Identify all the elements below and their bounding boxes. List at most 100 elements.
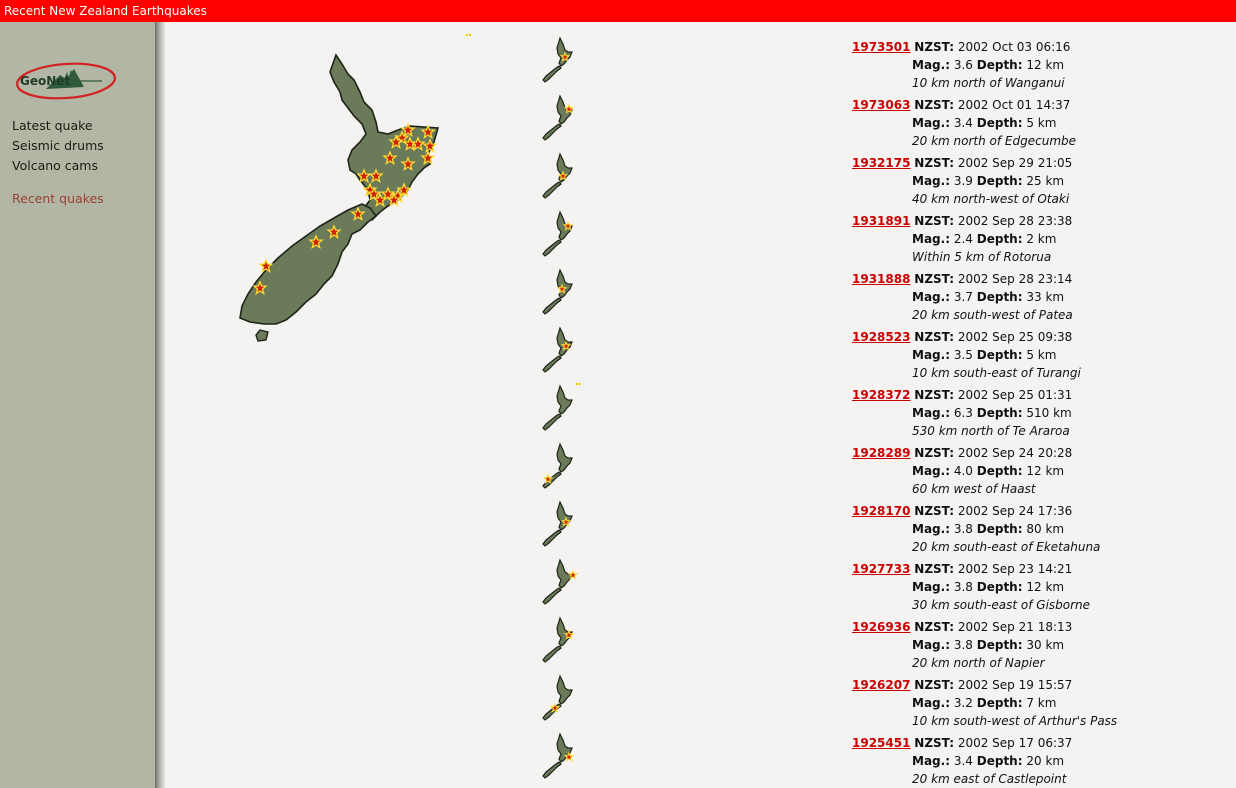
quake-id-link[interactable]: 1925451	[852, 736, 910, 750]
depth-label: Depth:	[976, 116, 1023, 130]
time-label: NZST:	[914, 156, 954, 170]
nav-seismic-drums[interactable]: Seismic drums	[12, 138, 104, 153]
quake-entry: 1931888 NZST: 2002 Sep 28 23:14 Mag.: 3.…	[852, 270, 1232, 324]
quake-entry: 1925451 NZST: 2002 Sep 17 06:37 Mag.: 3.…	[852, 734, 1232, 788]
quake-mini-map[interactable]	[540, 152, 580, 204]
mag-label: Mag.:	[912, 638, 950, 652]
depth-label: Depth:	[976, 290, 1023, 304]
quake-mini-map[interactable]	[540, 558, 580, 610]
quake-id-link[interactable]: 1928372	[852, 388, 910, 402]
quake-entry: 1928523 NZST: 2002 Sep 25 09:38 Mag.: 3.…	[852, 328, 1232, 382]
depth-label: Depth:	[976, 754, 1023, 768]
quake-id-link[interactable]: 1931891	[852, 214, 910, 228]
marker-speck	[466, 34, 471, 36]
quake-time: 2002 Sep 17 06:37	[957, 736, 1073, 750]
quake-id-link[interactable]: 1973063	[852, 98, 910, 112]
quake-time: 2002 Sep 25 01:31	[957, 388, 1073, 402]
quake-magnitude: 2.4	[953, 232, 973, 246]
quake-mini-map[interactable]	[540, 616, 580, 668]
quake-location: 20 km south-east of Eketahuna	[912, 540, 1101, 554]
quake-depth: 80 km	[1026, 522, 1065, 536]
quake-entry: 1927733 NZST: 2002 Sep 23 14:21 Mag.: 3.…	[852, 560, 1232, 614]
time-label: NZST:	[914, 620, 954, 634]
mag-label: Mag.:	[912, 232, 950, 246]
quake-entry: 1926207 NZST: 2002 Sep 19 15:57 Mag.: 3.…	[852, 676, 1232, 730]
time-label: NZST:	[914, 330, 954, 344]
quake-entry: 1973501 NZST: 2002 Oct 03 06:16 Mag.: 3.…	[852, 38, 1232, 92]
quake-magnitude: 3.9	[953, 174, 973, 188]
quake-mini-map[interactable]	[540, 268, 580, 320]
geonet-logo[interactable]: GeoNet	[14, 41, 118, 103]
quake-location: 20 km east of Castlepoint	[912, 772, 1067, 786]
quake-location: 20 km north of Edgecumbe	[912, 134, 1077, 148]
mag-label: Mag.:	[912, 58, 950, 72]
logo-text: GeoNet	[20, 74, 70, 88]
nav-latest-quake[interactable]: Latest quake	[12, 118, 93, 133]
quake-depth: 2 km	[1026, 232, 1057, 246]
quake-mini-map[interactable]	[540, 674, 580, 726]
depth-label: Depth:	[976, 580, 1023, 594]
quake-magnitude: 3.7	[953, 290, 973, 304]
quake-mini-map[interactable]	[540, 210, 580, 262]
quake-location: Within 5 km of Rotorua	[912, 250, 1052, 264]
quake-depth: 25 km	[1026, 174, 1065, 188]
quake-location: 530 km north of Te Araroa	[912, 424, 1070, 438]
depth-label: Depth:	[976, 232, 1023, 246]
time-label: NZST:	[914, 562, 954, 576]
quake-id-link[interactable]: 1973501	[852, 40, 910, 54]
quake-mini-map[interactable]	[540, 732, 580, 784]
quake-id-link[interactable]: 1931888	[852, 272, 910, 286]
depth-label: Depth:	[976, 406, 1023, 420]
quake-depth: 33 km	[1026, 290, 1065, 304]
time-label: NZST:	[914, 214, 954, 228]
time-label: NZST:	[914, 272, 954, 286]
quake-depth: 12 km	[1026, 464, 1065, 478]
nz-overview-map[interactable]	[230, 50, 445, 350]
quake-mini-map[interactable]	[540, 500, 580, 552]
quake-entry: 1928170 NZST: 2002 Sep 24 17:36 Mag.: 3.…	[852, 502, 1232, 556]
quake-location: 10 km south-east of Turangi	[912, 366, 1081, 380]
quake-entry: 1928372 NZST: 2002 Sep 25 01:31 Mag.: 6.…	[852, 386, 1232, 440]
depth-label: Depth:	[976, 638, 1023, 652]
depth-label: Depth:	[976, 464, 1023, 478]
stewart-island-shape	[255, 329, 269, 342]
quake-id-link[interactable]: 1928523	[852, 330, 910, 344]
quake-location: 60 km west of Haast	[912, 482, 1036, 496]
north-island-shape	[329, 53, 440, 222]
depth-label: Depth:	[976, 696, 1023, 710]
time-label: NZST:	[914, 678, 954, 692]
nav-recent-quakes[interactable]: Recent quakes	[12, 191, 104, 206]
quake-mini-map[interactable]	[540, 326, 580, 378]
quake-magnitude: 3.8	[953, 638, 973, 652]
window-title: Recent New Zealand Earthquakes	[4, 4, 207, 18]
mag-label: Mag.:	[912, 580, 950, 594]
quake-mini-map[interactable]	[540, 442, 580, 494]
quake-id-link[interactable]: 1926207	[852, 678, 910, 692]
quake-id-link[interactable]: 1928170	[852, 504, 910, 518]
mag-label: Mag.:	[912, 406, 950, 420]
mag-label: Mag.:	[912, 348, 950, 362]
quake-mini-map[interactable]	[540, 94, 580, 146]
quake-magnitude: 3.8	[953, 522, 973, 536]
quake-id-link[interactable]: 1927733	[852, 562, 910, 576]
quake-id-link[interactable]: 1932175	[852, 156, 910, 170]
quake-id-link[interactable]: 1928289	[852, 446, 910, 460]
quake-depth: 5 km	[1026, 116, 1057, 130]
quake-magnitude: 6.3	[953, 406, 973, 420]
sidebar	[0, 22, 155, 788]
quake-entry: 1932175 NZST: 2002 Sep 29 21:05 Mag.: 3.…	[852, 154, 1232, 208]
window-title-bar: Recent New Zealand Earthquakes	[0, 0, 1236, 22]
time-label: NZST:	[914, 98, 954, 112]
quake-magnitude: 3.2	[953, 696, 973, 710]
quake-time: 2002 Sep 25 09:38	[957, 330, 1073, 344]
mag-label: Mag.:	[912, 174, 950, 188]
quake-time: 2002 Sep 28 23:38	[957, 214, 1073, 228]
nav-volcano-cams[interactable]: Volcano cams	[12, 158, 98, 173]
quake-id-link[interactable]: 1926936	[852, 620, 910, 634]
quake-mini-map[interactable]	[540, 384, 580, 436]
sidebar-shadow	[155, 22, 165, 788]
quake-mini-map[interactable]	[540, 36, 580, 88]
time-label: NZST:	[914, 504, 954, 518]
quake-depth: 12 km	[1026, 58, 1065, 72]
depth-label: Depth:	[976, 58, 1023, 72]
